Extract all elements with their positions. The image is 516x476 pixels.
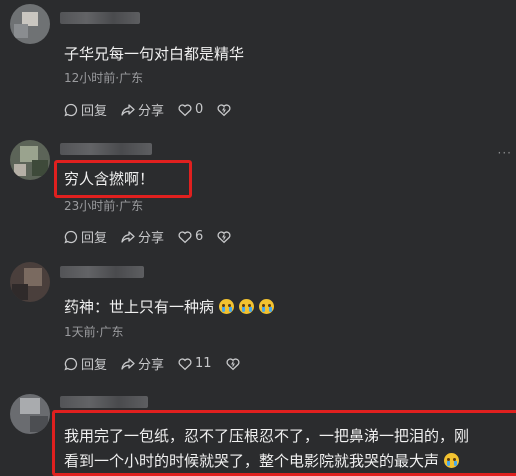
share-button[interactable]: 分享: [121, 227, 164, 246]
like-count: 6: [195, 229, 204, 244]
share-button[interactable]: 分享: [121, 354, 164, 373]
reply-icon: [64, 103, 78, 116]
like-icon: [178, 103, 192, 116]
reply-button[interactable]: 回复: [64, 100, 107, 119]
comment-actions: 回复 分享 11: [64, 354, 257, 373]
dislike-button[interactable]: [217, 230, 234, 244]
comment-meta: 12小时前·广东: [64, 71, 144, 85]
dislike-icon: [217, 103, 231, 116]
share-icon: [121, 357, 135, 370]
more-icon[interactable]: ···: [498, 146, 512, 160]
avatar[interactable]: [10, 394, 50, 434]
comment-actions: 回复 分享 6: [64, 227, 248, 246]
avatar[interactable]: [10, 262, 50, 302]
username-blurred[interactable]: [60, 143, 152, 155]
dislike-button[interactable]: [217, 103, 234, 117]
share-label: 分享: [138, 231, 165, 246]
comment-text: 药神：世上只有一种病: [64, 296, 275, 317]
dislike-icon: [217, 230, 231, 243]
reply-button[interactable]: 回复: [64, 354, 107, 373]
reply-label: 回复: [81, 104, 108, 119]
username-blurred[interactable]: [60, 266, 144, 278]
crying-emoji-icon: [239, 299, 255, 314]
comment-text-line-2: 看到一个小时的时候就哭了，整个电影院就我哭的最大声: [64, 450, 460, 471]
share-label: 分享: [138, 104, 165, 119]
dislike-button[interactable]: [226, 357, 243, 371]
share-label: 分享: [138, 358, 165, 373]
avatar[interactable]: [10, 4, 50, 44]
reply-icon: [64, 357, 78, 370]
comment-text-line-1: 我用完了一包纸，忍不了压根忍不了，一把鼻涕一把泪的，刚: [64, 427, 470, 445]
comment-actions: 回复 分享 0: [64, 100, 248, 119]
comment-text: 子华兄每一句对白都是精华: [64, 45, 245, 63]
username-blurred[interactable]: [60, 12, 140, 24]
comment-meta: 23小时前·广东: [64, 199, 144, 213]
dislike-icon: [226, 357, 240, 370]
crying-emoji-icon: [259, 299, 275, 314]
like-icon: [178, 230, 192, 243]
like-count: 0: [195, 102, 204, 117]
comment-text: 穷人含撚啊！: [64, 170, 155, 188]
like-button[interactable]: 0: [178, 102, 203, 117]
crying-emoji-icon: [219, 299, 235, 314]
share-icon: [121, 230, 135, 243]
comment-meta: 1天前·广东: [64, 325, 124, 339]
like-count: 11: [195, 356, 212, 371]
like-button[interactable]: 6: [178, 229, 203, 244]
reply-label: 回复: [81, 231, 108, 246]
username-blurred[interactable]: [60, 396, 148, 408]
crying-emoji-icon: [444, 453, 460, 468]
share-icon: [121, 103, 135, 116]
comment-text-content: 药神：世上只有一种病: [64, 298, 215, 316]
like-icon: [178, 357, 192, 370]
like-button[interactable]: 11: [178, 356, 212, 371]
comment-text-content: 看到一个小时的时候就哭了，整个电影院就我哭的最大声: [64, 452, 440, 470]
share-button[interactable]: 分享: [121, 100, 164, 119]
avatar[interactable]: [10, 140, 50, 180]
reply-button[interactable]: 回复: [64, 227, 107, 246]
reply-label: 回复: [81, 358, 108, 373]
reply-icon: [64, 230, 78, 243]
